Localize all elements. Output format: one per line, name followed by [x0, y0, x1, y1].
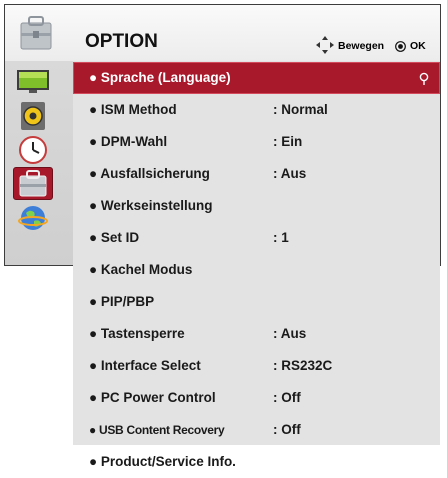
menu-item-label: ● PIP/PBP — [89, 294, 155, 309]
sidebar-item-picture[interactable] — [13, 65, 53, 98]
audio-icon — [21, 101, 45, 130]
menu-header: OPTION Bewegen OK — [5, 5, 440, 61]
menu-item[interactable]: ● PC Power Control : Off — [73, 382, 440, 414]
menu-item-label: ● Interface Select — [89, 358, 201, 373]
sidebar-item-option[interactable] — [13, 167, 53, 200]
menu-item-label: ● Set ID — [89, 230, 140, 245]
menu-item[interactable]: ● Ausfallsicherung : Aus — [73, 158, 440, 190]
menu-item-label: ● ISM Method — [89, 102, 177, 117]
menu-item-label: ● Product/Service Info. — [89, 454, 236, 469]
menu-item-label: ● PC Power Control — [89, 390, 216, 405]
menu-item[interactable]: ● PIP/PBP — [73, 286, 440, 318]
move-hint-label: Bewegen — [338, 40, 385, 52]
menu-item-label: ● Sprache (Language) — [89, 70, 231, 85]
network-globe-icon — [18, 205, 48, 230]
menu-item-value: : Ein — [273, 134, 303, 149]
menu-item-value: : Off — [273, 390, 301, 405]
menu-item-value: : Off — [273, 422, 301, 437]
time-icon — [19, 135, 47, 164]
menu-item[interactable]: ● Set ID : 1 — [73, 222, 440, 254]
sidebar-item-time[interactable] — [13, 133, 53, 166]
menu-item[interactable]: ● Tastensperre : Aus — [73, 318, 440, 350]
menu-item[interactable]: ● Sprache (Language) — [73, 62, 440, 94]
sidebar-item-audio[interactable] — [13, 99, 53, 132]
menu-item-value: : Normal — [273, 102, 328, 117]
option-icon — [19, 169, 47, 196]
menu-item-label: ● Werkseinstellung — [89, 198, 213, 213]
menu-item-value: : Aus — [273, 326, 307, 341]
menu-item-label: ● USB Content Recovery — [89, 423, 225, 437]
ok-hint-label: OK — [410, 40, 426, 52]
move-arrows-icon — [316, 36, 334, 54]
menu-item[interactable]: ● Product/Service Info. — [73, 446, 440, 478]
ok-button-icon — [395, 41, 406, 52]
location-pin-icon — [419, 72, 429, 85]
menu-item[interactable]: ● USB Content Recovery : Off — [73, 414, 440, 446]
menu-item[interactable]: ● Interface Select : RS232C — [73, 350, 440, 382]
option-toolbox-icon — [20, 16, 52, 50]
menu-item-value: : Aus — [273, 166, 307, 181]
menu-item-label: ● Ausfallsicherung — [89, 166, 210, 181]
menu-item-value: : 1 — [273, 230, 289, 245]
page-title: OPTION — [85, 31, 158, 52]
category-sidebar — [5, 61, 73, 265]
menu-item[interactable]: ● Werkseinstellung — [73, 190, 440, 222]
sidebar-item-network[interactable] — [13, 201, 53, 234]
menu-item-label: ● Tastensperre — [89, 326, 185, 341]
menu-item[interactable]: ● ISM Method : Normal — [73, 94, 440, 126]
menu-item[interactable]: ● Kachel Modus — [73, 254, 440, 286]
menu-item-label: ● Kachel Modus — [89, 262, 193, 277]
picture-icon — [17, 69, 49, 93]
menu-item-label: ● DPM-Wahl — [89, 134, 168, 149]
menu-item[interactable]: ● DPM-Wahl : Ein — [73, 126, 440, 158]
menu-item-value: : RS232C — [273, 358, 333, 373]
